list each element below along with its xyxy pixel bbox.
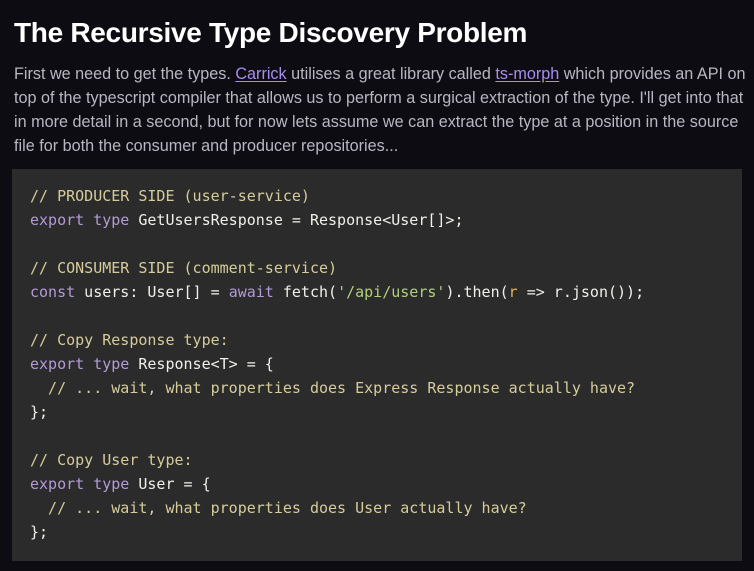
code-text: users: User[] = — [75, 283, 229, 301]
code-line-13: export type User = { — [30, 472, 644, 496]
code-text: User = { — [129, 475, 211, 493]
paragraph-text-1: First we need to get the types. — [14, 65, 236, 83]
code-keyword: export — [30, 211, 85, 229]
code-parameter: r — [508, 283, 518, 301]
code-keyword: const — [30, 283, 76, 301]
code-line-12: // Copy User type: — [30, 448, 644, 472]
code-content: // PRODUCER SIDE (user-service) export ty… — [30, 184, 644, 544]
code-keyword: export — [30, 475, 85, 493]
intro-paragraph: First we need to get the types. Carrick … — [14, 62, 750, 158]
code-text: GetUsersResponse = Response<User[]>; — [129, 211, 464, 229]
code-line-14: // ... wait, what properties does User a… — [30, 496, 644, 520]
code-line-9: // ... wait, what properties does Expres… — [30, 376, 644, 400]
code-line-10: }; — [30, 400, 644, 424]
code-line-2: export type GetUsersResponse = Response<… — [30, 208, 644, 232]
code-keyword: type — [93, 355, 130, 373]
code-comment: // ... wait, what properties does Expres… — [30, 379, 636, 397]
code-text: ).then( — [445, 283, 509, 301]
code-text: }; — [30, 523, 49, 541]
code-string: '/api/users' — [337, 283, 446, 301]
code-keyword: type — [93, 211, 130, 229]
code-comment: // ... wait, what properties does User a… — [30, 499, 527, 517]
code-line-8: export type Response<T> = { — [30, 352, 644, 376]
code-keyword: type — [93, 475, 130, 493]
code-line-15: }; — [30, 520, 644, 544]
code-line-1: // PRODUCER SIDE (user-service) — [30, 184, 644, 208]
code-text: Response<T> = { — [129, 355, 274, 373]
code-block: // PRODUCER SIDE (user-service) export ty… — [12, 169, 742, 561]
code-comment: // PRODUCER SIDE (user-service) — [30, 187, 310, 205]
code-text: fetch( — [273, 283, 338, 301]
code-line-4: // CONSUMER SIDE (comment-service) — [30, 256, 644, 280]
code-line-5: const users: User[] = await fetch('/api/… — [30, 280, 644, 304]
article-heading: The Recursive Type Discovery Problem — [14, 17, 528, 48]
code-comment: // Copy Response type: — [30, 331, 229, 349]
code-text: }; — [30, 403, 49, 421]
code-line-7: // Copy Response type: — [30, 328, 644, 352]
code-keyword: export — [30, 355, 85, 373]
paragraph-text-2: utilises a great library called — [286, 65, 496, 83]
ts-morph-link[interactable]: ts-morph — [495, 65, 559, 83]
code-text: => r.json()); — [517, 283, 645, 301]
carrick-link[interactable]: Carrick — [235, 65, 286, 83]
code-comment: // CONSUMER SIDE (comment-service) — [30, 259, 338, 277]
code-keyword: await — [228, 283, 274, 301]
code-comment: // Copy User type: — [30, 451, 193, 469]
